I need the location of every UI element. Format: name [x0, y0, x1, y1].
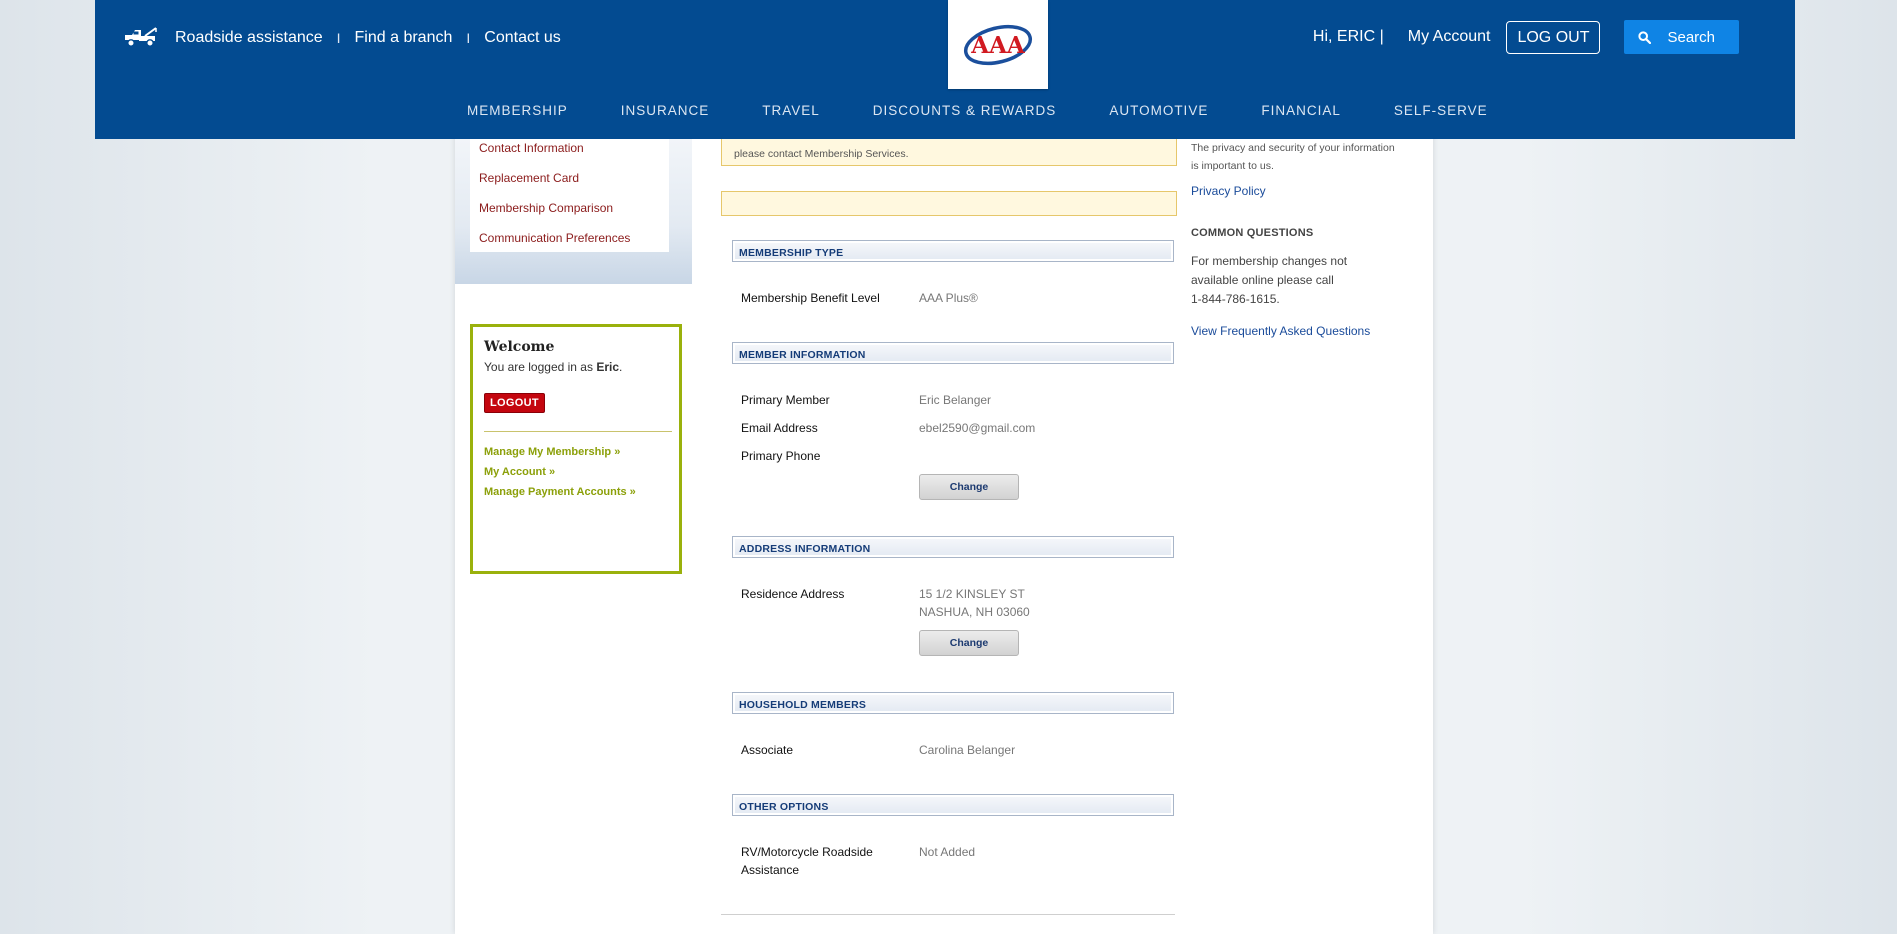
email-address-value: ebel2590@gmail.com: [919, 421, 1036, 435]
aaa-logo-mark: AAA: [963, 24, 1033, 65]
notice-box-empty: [721, 191, 1177, 216]
submenu-item-membership-comparison[interactable]: Membership Comparison: [479, 201, 613, 215]
section-header-household-members: HOUSEHOLD MEMBERS: [732, 692, 1174, 714]
search-icon: [1638, 31, 1652, 44]
utility-separator: I: [336, 30, 341, 46]
account-nav: Hi, ERIC | My Account LOG OUT Search: [1313, 20, 1739, 54]
nav-automotive[interactable]: AUTOMOTIVE: [1109, 103, 1208, 118]
utility-separator: I: [466, 30, 471, 46]
privacy-text-line2: is important to us.: [1191, 160, 1274, 172]
content-divider: [721, 914, 1175, 915]
common-questions-heading: COMMON QUESTIONS: [1191, 227, 1314, 239]
rv-roadside-label-line1: RV/Motorcycle Roadside: [741, 845, 873, 859]
cq-line1: For membership changes not: [1191, 254, 1348, 268]
welcome-box: Welcome You are logged in as Eric. LOGOU…: [470, 324, 682, 574]
nav-discounts-rewards[interactable]: DISCOUNTS & REWARDS: [873, 103, 1057, 118]
logged-in-text: You are logged in as Eric.: [484, 360, 622, 374]
cq-phone: 1-844-786-1615.: [1191, 292, 1280, 306]
main-navigation: MEMBERSHIP INSURANCE TRAVEL DISCOUNTS & …: [467, 103, 1488, 118]
logo-text: AAA: [970, 32, 1026, 59]
submenu-item-replacement-card[interactable]: Replacement Card: [479, 171, 579, 185]
logged-in-suffix: .: [619, 360, 623, 374]
welcome-divider: [484, 431, 672, 432]
site-header: Roadside assistance I Find a branch I Co…: [95, 0, 1795, 139]
notice-text: please contact Membership Services.: [734, 148, 909, 160]
search-label: Search: [1667, 29, 1715, 46]
nav-self-serve[interactable]: SELF-SERVE: [1394, 103, 1488, 118]
user-greeting: Hi, ERIC |: [1312, 28, 1384, 45]
primary-phone-label: Primary Phone: [741, 449, 821, 463]
associate-label: Associate: [741, 743, 794, 757]
common-questions-text: For membership changes not available onl…: [1191, 252, 1391, 309]
rv-roadside-value: Not Added: [919, 845, 976, 859]
privacy-text: The privacy and security of your informa…: [1191, 139, 1406, 175]
manage-payment-accounts-link[interactable]: Manage Payment Accounts »: [484, 486, 636, 498]
submenu-item-communication-preferences[interactable]: Communication Preferences: [479, 231, 630, 245]
aaa-logo[interactable]: AAA: [948, 0, 1048, 89]
address-line-2: NASHUA, NH 03060: [919, 605, 1030, 619]
section-header-address-information: ADDRESS INFORMATION: [732, 536, 1174, 558]
utility-nav: Roadside assistance I Find a branch I Co…: [123, 24, 561, 52]
benefit-level-label: Membership Benefit Level: [741, 291, 880, 305]
search-button[interactable]: Search: [1624, 20, 1739, 54]
faq-link[interactable]: View Frequently Asked Questions: [1191, 324, 1370, 338]
contact-us-link[interactable]: Contact us: [484, 29, 560, 47]
section-title: MEMBERSHIP TYPE: [739, 247, 844, 259]
section-title: OTHER OPTIONS: [739, 801, 829, 813]
benefit-level-value: AAA Plus®: [919, 291, 978, 305]
section-header-membership-type: MEMBERSHIP TYPE: [732, 240, 1174, 262]
header-logout-button[interactable]: LOG OUT: [1506, 20, 1601, 54]
nav-insurance[interactable]: INSURANCE: [621, 103, 710, 118]
privacy-text-line1: The privacy and security of your informa…: [1191, 142, 1395, 154]
residence-address-label: Residence Address: [741, 587, 845, 601]
change-member-info-button[interactable]: Change: [919, 474, 1019, 500]
associate-value: Carolina Belanger: [919, 743, 1016, 757]
manage-membership-link[interactable]: Manage My Membership »: [484, 446, 620, 458]
logged-in-prefix: You are logged in as: [484, 360, 597, 374]
my-account-link[interactable]: My Account »: [484, 466, 555, 478]
primary-member-value: Eric Belanger: [919, 393, 992, 407]
section-header-member-information: MEMBER INFORMATION: [732, 342, 1174, 364]
nav-financial[interactable]: FINANCIAL: [1261, 103, 1341, 118]
submenu-item-contact-information[interactable]: Contact Information: [479, 141, 584, 155]
email-address-label: Email Address: [741, 421, 818, 435]
tow-truck-icon: [125, 27, 157, 47]
nav-travel[interactable]: TRAVEL: [762, 103, 820, 118]
section-header-other-options: OTHER OPTIONS: [732, 794, 1174, 816]
section-title: HOUSEHOLD MEMBERS: [739, 699, 867, 711]
find-a-branch-link[interactable]: Find a branch: [355, 29, 453, 47]
logged-in-user: Eric: [596, 360, 619, 374]
section-title: MEMBER INFORMATION: [739, 349, 866, 361]
cq-line2: available online please call: [1191, 273, 1334, 287]
rv-roadside-label-line2: Assistance: [741, 863, 800, 877]
address-line-1: 15 1/2 KINSLEY ST: [919, 587, 1025, 601]
roadside-assistance-link[interactable]: Roadside assistance: [175, 29, 323, 47]
my-account-header-link[interactable]: My Account: [1408, 28, 1491, 46]
nav-membership[interactable]: MEMBERSHIP: [467, 103, 568, 118]
change-address-button[interactable]: Change: [919, 630, 1019, 656]
submenu-list: Contact Information Replacement Card Mem…: [470, 139, 669, 252]
page-column: Contact Information Replacement Card Mem…: [455, 0, 1433, 934]
privacy-policy-link[interactable]: Privacy Policy: [1191, 184, 1266, 198]
membership-submenu: Contact Information Replacement Card Mem…: [455, 139, 692, 284]
welcome-title: Welcome: [484, 339, 555, 355]
section-title: ADDRESS INFORMATION: [739, 543, 871, 555]
primary-member-label: Primary Member: [741, 393, 830, 407]
sidebar-logout-button[interactable]: LOGOUT: [484, 393, 545, 413]
